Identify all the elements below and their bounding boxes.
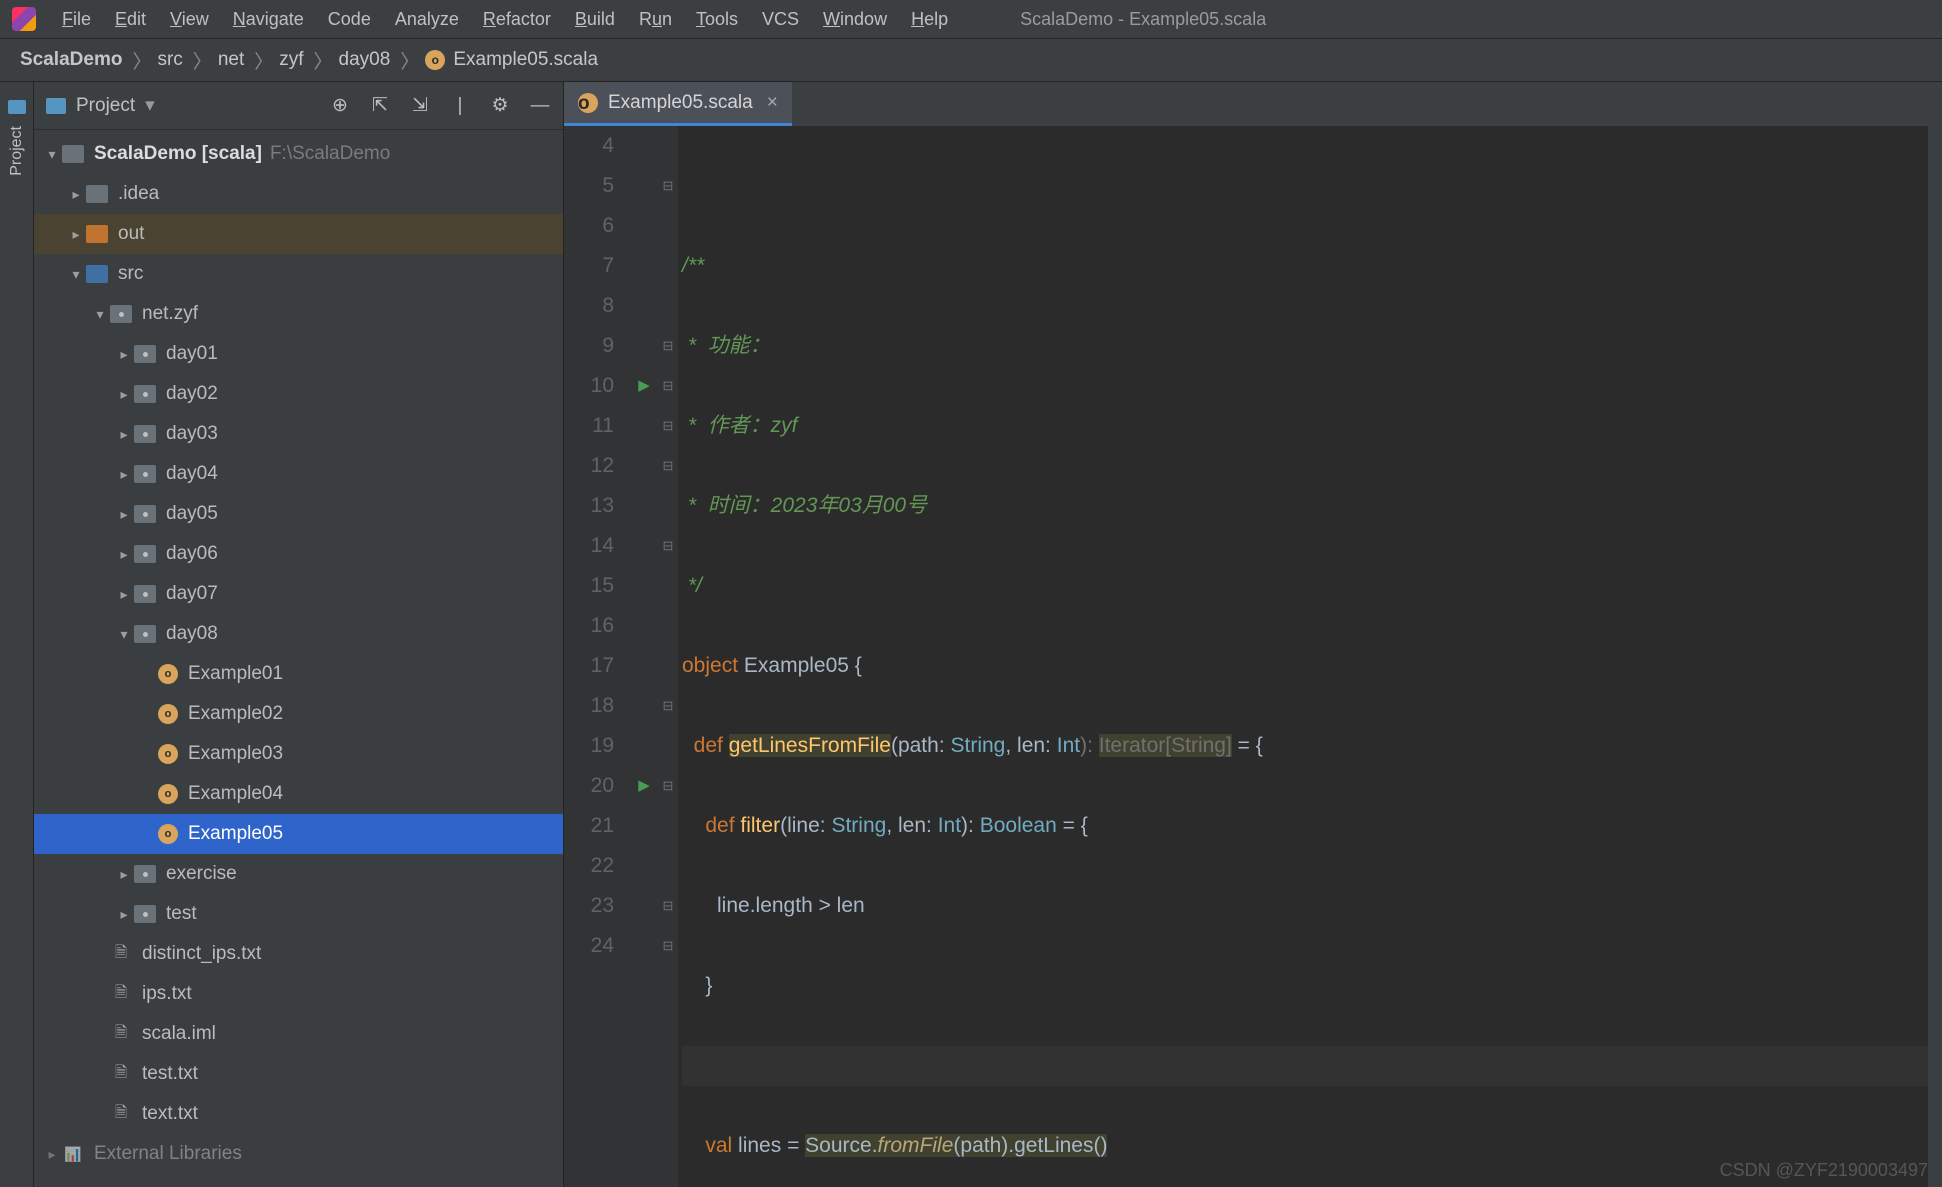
menu-bar: File Edit View Navigate Code Analyze Ref… xyxy=(0,0,1942,38)
close-tab-icon[interactable]: × xyxy=(767,92,778,114)
tree-example01[interactable]: Example01 xyxy=(34,654,563,694)
editor-scrollbar[interactable] xyxy=(1928,126,1942,1187)
tree-day02[interactable]: day02 xyxy=(34,374,563,414)
tree-day05[interactable]: day05 xyxy=(34,494,563,534)
editor-tab-label: Example05.scala xyxy=(608,92,753,114)
tree-day07[interactable]: day07 xyxy=(34,574,563,614)
tree-file-ips[interactable]: ips.txt xyxy=(34,974,563,1014)
crumb-project[interactable]: ScalaDemo xyxy=(20,49,122,71)
menu-build[interactable]: Build xyxy=(563,9,627,30)
project-tool-tab[interactable]: Project xyxy=(4,118,30,184)
crumb-day08[interactable]: day08 xyxy=(339,49,391,71)
tree-src[interactable]: src xyxy=(34,254,563,294)
tree-day03[interactable]: day03 xyxy=(34,414,563,454)
app-logo-icon xyxy=(12,7,36,31)
tree-pkg[interactable]: net.zyf xyxy=(34,294,563,334)
tree-example05[interactable]: Example05 xyxy=(34,814,563,854)
menu-run[interactable]: Run xyxy=(627,9,684,30)
crumb-file[interactable]: Example05.scala xyxy=(453,49,598,71)
collapse-all-icon[interactable]: ⇲ xyxy=(409,95,431,117)
editor: Example05.scala × 4567891011121314151617… xyxy=(564,82,1942,1187)
editor-tab-strip: Example05.scala × xyxy=(564,82,1942,126)
tree-exercise[interactable]: exercise xyxy=(34,854,563,894)
tree-idea[interactable]: .idea xyxy=(34,174,563,214)
crumb-net[interactable]: net xyxy=(218,49,244,71)
tree-test[interactable]: test xyxy=(34,894,563,934)
breadcrumb: ScalaDemo 〉 src 〉 net 〉 zyf 〉 day08 〉 o Examp… xyxy=(0,38,1942,82)
tree-day08[interactable]: day08 xyxy=(34,614,563,654)
window-title: ScalaDemo - Example05.scala xyxy=(1020,9,1266,30)
run-icon[interactable]: ▶ xyxy=(630,366,658,406)
fold-gutter: ⊟ ⊟⊟⊟⊟ ⊟ ⊟ ⊟ ⊟⊟ xyxy=(658,126,678,1187)
menu-view[interactable]: View xyxy=(158,9,221,30)
tree-file-text[interactable]: text.txt xyxy=(34,1094,563,1134)
chevron-icon: 〉 xyxy=(132,47,151,74)
scala-file-icon: o xyxy=(425,50,445,70)
locate-icon[interactable]: ⊕ xyxy=(329,95,351,117)
project-tab-icon xyxy=(8,100,26,114)
chevron-down-icon[interactable]: ▾ xyxy=(145,94,155,117)
main-area: Project Project ▾ ⊕ ⇱ ⇲ | ⚙ — ScalaDemo … xyxy=(0,82,1942,1187)
crumb-zyf[interactable]: zyf xyxy=(279,49,303,71)
menu-code[interactable]: Code xyxy=(316,9,383,30)
menu-help[interactable]: Help xyxy=(899,9,960,30)
chevron-icon: 〉 xyxy=(193,47,212,74)
tree-day04[interactable]: day04 xyxy=(34,454,563,494)
menu-file[interactable]: File xyxy=(50,9,103,30)
tool-window-strip: Project xyxy=(0,82,34,1187)
code-text[interactable]: /** * 功能： * 作者：zyf * 时间：2023年03月00号 */ o… xyxy=(678,126,1942,1187)
run-icon[interactable]: ▶ xyxy=(630,766,658,806)
chevron-icon: 〉 xyxy=(314,47,333,74)
menu-edit[interactable]: Edit xyxy=(103,9,158,30)
tree-day01[interactable]: day01 xyxy=(34,334,563,374)
watermark: CSDN @ZYF2190003497 xyxy=(1720,1160,1928,1181)
chevron-icon: 〉 xyxy=(254,47,273,74)
chevron-icon: 〉 xyxy=(400,47,419,74)
expand-all-icon[interactable]: ⇱ xyxy=(369,95,391,117)
settings-icon[interactable]: ⚙ xyxy=(489,95,511,117)
menu-vcs[interactable]: VCS xyxy=(750,9,811,30)
tree-example02[interactable]: Example02 xyxy=(34,694,563,734)
menu-navigate[interactable]: Navigate xyxy=(221,9,316,30)
tree-root[interactable]: ScalaDemo [scala]F:\ScalaDemo xyxy=(34,134,563,174)
scala-file-icon xyxy=(578,93,598,113)
line-number-gutter: 456789101112131415161718192021222324 xyxy=(564,126,630,1187)
tree-file-iml[interactable]: scala.iml xyxy=(34,1014,563,1054)
menu-refactor[interactable]: Refactor xyxy=(471,9,563,30)
crumb-src[interactable]: src xyxy=(157,49,182,71)
tree-example04[interactable]: Example04 xyxy=(34,774,563,814)
tree-external-libs[interactable]: External Libraries xyxy=(34,1134,563,1174)
project-icon xyxy=(46,98,66,114)
divider: | xyxy=(449,95,471,117)
hide-icon[interactable]: — xyxy=(529,95,551,117)
tree-file-test[interactable]: test.txt xyxy=(34,1054,563,1094)
menu-analyze[interactable]: Analyze xyxy=(383,9,471,30)
project-header: Project ▾ ⊕ ⇱ ⇲ | ⚙ — xyxy=(34,82,563,130)
project-tree: ScalaDemo [scala]F:\ScalaDemo .idea out … xyxy=(34,130,563,1187)
tree-file-distinct[interactable]: distinct_ips.txt xyxy=(34,934,563,974)
project-header-title[interactable]: Project xyxy=(76,95,135,117)
menu-tools[interactable]: Tools xyxy=(684,9,750,30)
tree-day06[interactable]: day06 xyxy=(34,534,563,574)
code-area[interactable]: 456789101112131415161718192021222324 ▶ ▶… xyxy=(564,126,1942,1187)
tree-out[interactable]: out xyxy=(34,214,563,254)
run-gutter: ▶ ▶ xyxy=(630,126,658,1187)
menu-window[interactable]: Window xyxy=(811,9,899,30)
project-tool-window: Project ▾ ⊕ ⇱ ⇲ | ⚙ — ScalaDemo [scala]F… xyxy=(34,82,564,1187)
editor-tab-example05[interactable]: Example05.scala × xyxy=(564,82,792,126)
tree-example03[interactable]: Example03 xyxy=(34,734,563,774)
